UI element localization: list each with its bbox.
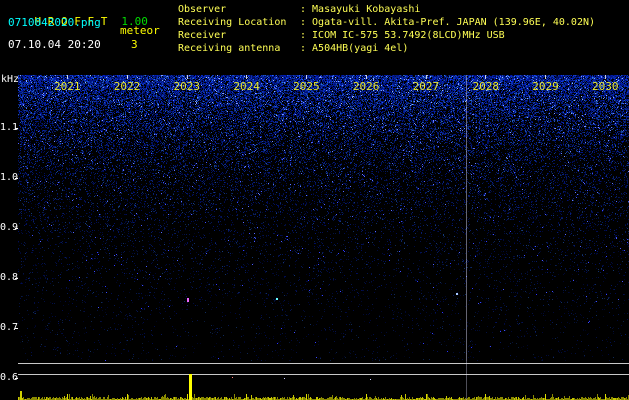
freq-tick-label: 0.9 (0, 222, 19, 233)
time-tick-label: 2026 (352, 80, 380, 93)
time-tick-mark (366, 75, 367, 79)
time-tick-label: 2030 (592, 80, 619, 93)
time-tick-mark (605, 75, 606, 79)
freq-tick-label: 1.1 (0, 122, 19, 133)
freq-tick-mark (15, 278, 18, 279)
time-tick-label: 2024 (233, 80, 260, 93)
freq-tick-mark (15, 228, 18, 229)
time-tick-label: 2029 (532, 80, 559, 93)
axis-layer: 1.1 1.0 0.9 0.8 0.7 0.6 2021 2022 2023 2024 2025 20… (0, 0, 629, 400)
freq-tick-mark (15, 178, 18, 179)
hrofft-output-window: H R O F F T 1.00 0710042020.png meteor 07… (0, 0, 629, 400)
freq-tick-mark (15, 128, 18, 129)
time-tick-mark (485, 75, 486, 79)
time-tick-mark (306, 75, 307, 79)
time-tick-mark (67, 75, 68, 79)
time-tick-label: 2027 (412, 80, 440, 93)
time-tick-mark (127, 75, 128, 79)
freq-tick-label: 1.0 (0, 172, 19, 183)
time-tick-label: 2023 (173, 80, 201, 93)
freq-tick-mark (15, 378, 18, 379)
freq-tick-mark (15, 328, 18, 329)
time-tick-mark (187, 75, 188, 79)
time-tick-label: 2025 (293, 80, 320, 93)
freq-tick-label: 0.8 (0, 272, 19, 283)
time-tick-mark (426, 75, 427, 79)
time-tick-label: 2021 (54, 80, 81, 93)
time-tick-label: 2028 (472, 80, 499, 93)
time-tick-mark (246, 75, 247, 79)
time-tick-label: 2022 (113, 80, 141, 93)
freq-tick-label: 0.6 (0, 372, 19, 383)
time-tick-mark (545, 75, 546, 79)
freq-tick-label: 0.7 (0, 322, 19, 333)
